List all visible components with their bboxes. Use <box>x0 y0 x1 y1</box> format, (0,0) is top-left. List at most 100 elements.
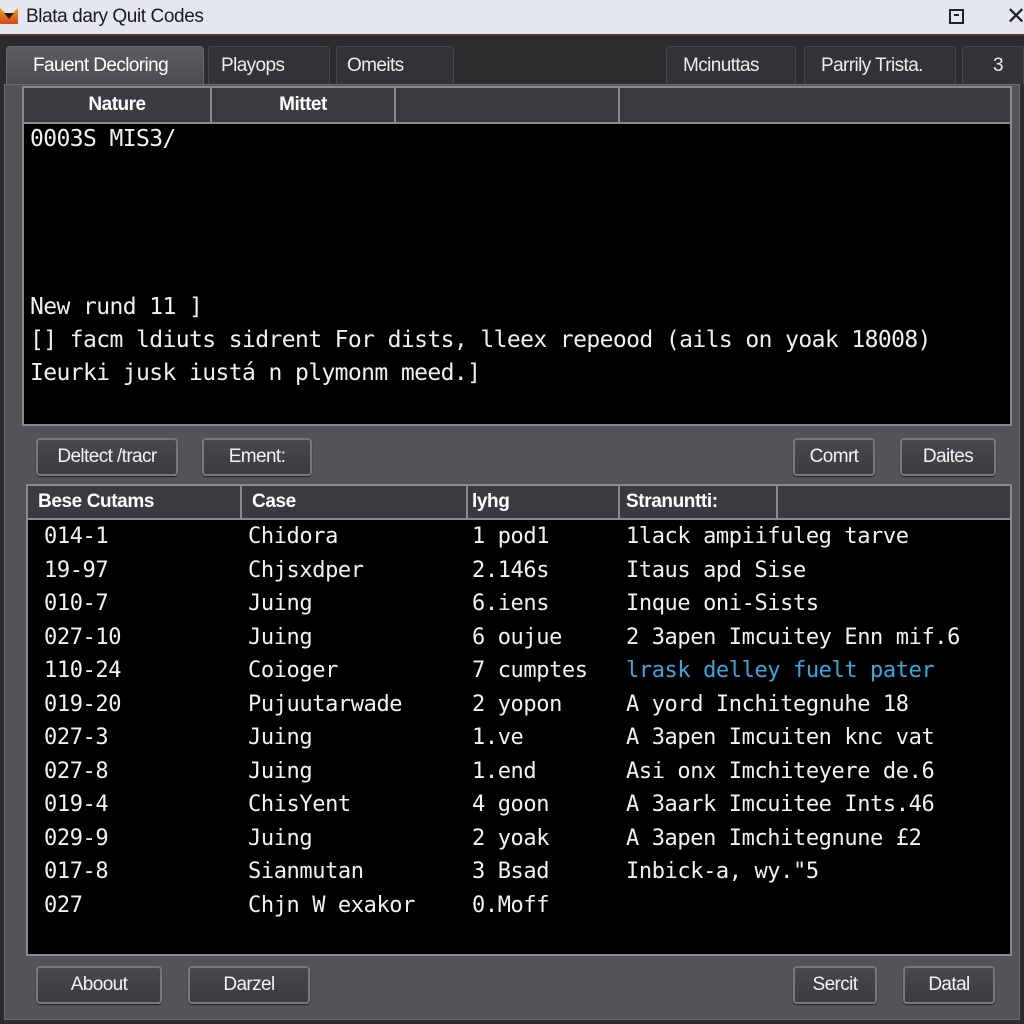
title-bar: Blata dary Quit Codes ✕ <box>0 0 1024 36</box>
column-header-type[interactable]: lyhg <box>468 486 620 518</box>
detect-tracer-button[interactable]: Deltect /tracr <box>36 438 178 476</box>
table-row[interactable]: 027-8 Juing 1.end Asi onx Imchiteyere de.6 <box>28 757 1008 790</box>
type-cell: 1.ve <box>472 725 524 750</box>
type-cell: 3 Bsad <box>472 859 550 884</box>
tab-label: Mcinuttas <box>683 54 760 76</box>
tab-strip: Fauent Decloring Playops Omeits Mcinutta… <box>0 38 1024 86</box>
case-cell: Coioger <box>248 658 338 683</box>
type-cell: 0.Moff <box>472 892 550 918</box>
tab-label: Omeits <box>347 54 404 76</box>
case-cell: Chjsxdper <box>248 557 364 583</box>
table-row[interactable]: 110-24 Coioger 7 cumptes lrask delley fuelt… <box>28 656 1008 689</box>
tab-mcinuttas[interactable]: Mcinuttas <box>666 46 796 84</box>
case-cell: Chjn W exakor <box>248 892 415 918</box>
code-cell: 027-3 <box>44 725 109 750</box>
tab-label: Playops <box>221 54 285 76</box>
about-button[interactable]: Aboout <box>36 966 162 1004</box>
status-cell: A 3aark Imcuitee Ints.46 <box>626 792 935 817</box>
case-cell: Juing <box>248 758 313 784</box>
code-cell: 019-20 <box>44 691 122 717</box>
code-cell: 110-24 <box>44 658 122 683</box>
type-cell: 4 goon <box>472 792 550 817</box>
code-cell: 014-1 <box>44 524 109 549</box>
close-button[interactable]: ✕ <box>1004 2 1024 30</box>
comm-button[interactable]: Comrt <box>793 438 875 476</box>
table-row[interactable]: 010-7 Juing 6.iens Inque oni-Sists <box>28 589 1008 622</box>
column-header-status[interactable]: Stranuntti: <box>620 486 778 518</box>
case-cell: Sianmutan <box>248 859 364 884</box>
status-cell: Itaus apd Sise <box>626 557 806 583</box>
table-row[interactable]: 027 Chjn W exakor 0.Moff <box>28 891 1008 924</box>
table-header: Bese Cutams Case lyhg Stranuntti: <box>26 484 1012 520</box>
status-cell: A 3apen Imcuiten knc vat <box>626 725 935 750</box>
detail-button[interactable]: Datal <box>903 966 995 1004</box>
tab-playops[interactable]: Playops <box>208 46 330 84</box>
column-header-empty[interactable] <box>778 486 1010 518</box>
table-row[interactable]: 019-4 ChisYent 4 goon A 3aark Imcuitee Ints… <box>28 790 1008 823</box>
case-cell: Pujuutarwade <box>248 691 403 717</box>
console-line: New rund 11 ] <box>30 294 203 320</box>
code-cell: 010-7 <box>44 591 109 616</box>
console-output[interactable]: 0003S MIS3/ New rund 11 ] [] facm ldiuts… <box>22 124 1012 426</box>
status-cell: Asi onx Imchiteyere de.6 <box>626 758 935 784</box>
tab-parrily-trista[interactable]: Parrily Trista. <box>804 46 956 84</box>
table-row[interactable]: 014-1 Chidora 1 pod1 1lack ampiifuleg tarve <box>28 522 1008 555</box>
upper-grid-header: Nature Mittet <box>22 86 1012 124</box>
close-icon: ✕ <box>1005 2 1024 30</box>
status-cell: A 3apen Imchitegnune £2 <box>626 825 922 851</box>
type-cell: 2.146s <box>472 557 550 583</box>
type-cell: 2 yoak <box>472 825 550 851</box>
console-line: Ieurki jusk iustá n plymonm meed.] <box>30 360 481 386</box>
column-header-empty-1[interactable] <box>396 88 620 122</box>
window-title: Blata dary Quit Codes <box>26 6 204 27</box>
tab-label: Fauent Decloring <box>33 54 169 76</box>
column-header-nature[interactable]: Nature <box>24 88 212 122</box>
dates-button[interactable]: Daites <box>900 438 996 476</box>
code-cell: 027-10 <box>44 624 122 650</box>
tab-label: Parrily Trista. <box>821 54 923 76</box>
type-cell: 6 oujue <box>472 624 562 650</box>
type-cell: 1 pod1 <box>472 524 550 549</box>
restore-icon <box>948 8 964 24</box>
console-line: [] facm ldiuts sidrent For dists, lleex … <box>30 327 931 353</box>
case-cell: Juing <box>248 825 313 851</box>
column-header-case[interactable]: Case <box>242 486 468 518</box>
case-cell: Juing <box>248 591 313 616</box>
status-cell: 2 3apen Imcuitey Enn mif.6 <box>626 624 960 650</box>
cancel-button[interactable]: Darzel <box>188 966 310 1004</box>
table-row[interactable]: 19-97 Chjsxdper 2.146s Itaus apd Sise <box>28 556 1008 589</box>
console-line: 0003S MIS3/ <box>30 126 176 152</box>
column-header-mittet[interactable]: Mittet <box>212 88 396 122</box>
tab-label: 3 <box>993 54 1004 76</box>
table-row[interactable]: 017-8 Sianmutan 3 Bsad Inbick-a, wy."5 <box>28 857 1008 890</box>
case-cell: Juing <box>248 725 313 750</box>
status-cell: Inque oni-Sists <box>626 591 819 616</box>
search-button[interactable]: Sercit <box>793 966 877 1004</box>
code-cell: 017-8 <box>44 859 109 884</box>
column-header-base-codes[interactable]: Bese Cutams <box>28 486 242 518</box>
status-cell: 1lack ampiifuleg tarve <box>626 524 909 549</box>
restore-button[interactable] <box>944 4 968 28</box>
table-row[interactable]: 029-9 Juing 2 yoak A 3apen Imchitegnune £2 <box>28 824 1008 857</box>
status-cell: A yord Inchitegnuhe 18 <box>626 691 909 717</box>
tab-fauent-decloring[interactable]: Fauent Decloring <box>6 46 204 84</box>
element-button[interactable]: Ement: <box>202 438 312 476</box>
code-cell: 027 <box>44 892 83 918</box>
status-cell: lrask delley fuelt pater <box>626 658 935 683</box>
code-cell: 029-9 <box>44 825 109 851</box>
tab-omeits[interactable]: Omeits <box>336 46 454 84</box>
code-cell: 027-8 <box>44 758 109 784</box>
app-logo-icon <box>0 8 18 24</box>
type-cell: 2 yopon <box>472 691 562 717</box>
type-cell: 7 cumptes <box>472 658 588 683</box>
codes-table: 014-1 Chidora 1 pod1 1lack ampiifuleg tarve… <box>26 520 1012 956</box>
type-cell: 1.end <box>472 758 537 784</box>
table-row[interactable]: 027-3 Juing 1.ve A 3apen Imcuiten knc vat <box>28 723 1008 756</box>
case-cell: Juing <box>248 624 313 650</box>
table-row[interactable]: 027-10 Juing 6 oujue 2 3apen Imcuitey Enn m… <box>28 623 1008 656</box>
table-row[interactable]: 019-20 Pujuutarwade 2 yopon A yord Inchiteg… <box>28 690 1008 723</box>
case-cell: ChisYent <box>248 792 351 817</box>
tab-3[interactable]: 3 <box>962 46 1024 84</box>
status-cell: Inbick-a, wy."5 <box>626 859 819 884</box>
column-header-empty-2[interactable] <box>620 88 1010 122</box>
